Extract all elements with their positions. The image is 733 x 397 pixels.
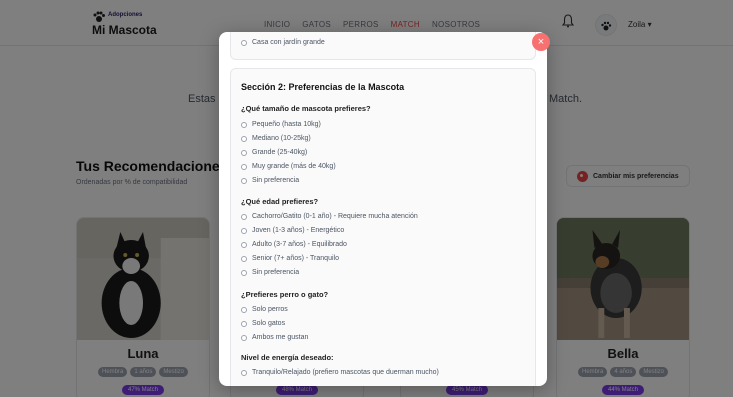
radio-button[interactable] <box>241 320 247 327</box>
radio-button[interactable] <box>241 269 247 276</box>
close-icon: × <box>537 36 545 48</box>
preferences-modal: Casa con jardín grande Sección 2: Prefer… <box>219 32 547 386</box>
option-only-cats[interactable]: Solo gatos <box>241 320 285 327</box>
radio-button[interactable] <box>241 39 247 46</box>
option-label: Joven (1-3 años) - Energético <box>252 227 345 234</box>
option-label: Solo perros <box>252 306 288 313</box>
radio-button[interactable] <box>241 227 247 234</box>
option-label: Cachorro/Gatito (0-1 año) - Requiere muc… <box>252 213 418 220</box>
radio-button[interactable] <box>241 369 247 376</box>
question-size: ¿Qué tamaño de mascota prefieres? <box>241 104 371 113</box>
option-label: Adulto (3-7 años) - Equilibrado <box>252 241 347 248</box>
option-energy-calm[interactable]: Tranquilo/Relajado (prefiero mascotas qu… <box>241 369 439 376</box>
option-size-large[interactable]: Grande (25-40kg) <box>241 149 307 156</box>
option-size-medium[interactable]: Mediano (10-25kg) <box>241 135 311 142</box>
option-casa-jardin-grande[interactable]: Casa con jardín grande <box>241 39 325 46</box>
radio-button[interactable] <box>241 177 247 184</box>
option-both[interactable]: Ambos me gustan <box>241 334 308 341</box>
radio-button[interactable] <box>241 149 247 156</box>
previous-section-card <box>230 32 536 60</box>
question-age: ¿Qué edad prefieres? <box>241 197 319 206</box>
option-age-young[interactable]: Joven (1-3 años) - Energético <box>241 227 344 234</box>
option-size-xlarge[interactable]: Muy grande (más de 40kg) <box>241 163 336 170</box>
option-age-adult[interactable]: Adulto (3-7 años) - Equilibrado <box>241 241 347 248</box>
radio-button[interactable] <box>241 334 247 341</box>
question-energy: Nivel de energía deseado: <box>241 353 334 362</box>
option-age-no-preference[interactable]: Sin preferencia <box>241 269 299 276</box>
option-age-senior[interactable]: Senior (7+ años) - Tranquilo <box>241 255 339 262</box>
radio-button[interactable] <box>241 241 247 248</box>
option-age-puppy[interactable]: Cachorro/Gatito (0-1 año) - Requiere muc… <box>241 213 418 220</box>
option-label: Pequeño (hasta 10kg) <box>252 121 321 128</box>
radio-button[interactable] <box>241 135 247 142</box>
radio-button[interactable] <box>241 255 247 262</box>
option-label: Sin preferencia <box>252 269 300 276</box>
option-size-no-preference[interactable]: Sin preferencia <box>241 177 299 184</box>
option-label: Grande (25-40kg) <box>252 149 308 156</box>
option-label: Sin preferencia <box>252 177 300 184</box>
close-modal-button[interactable]: × <box>532 33 550 51</box>
option-only-dogs[interactable]: Solo perros <box>241 306 288 313</box>
option-label: Senior (7+ años) - Tranquilo <box>252 255 339 262</box>
radio-button[interactable] <box>241 163 247 170</box>
radio-button[interactable] <box>241 121 247 128</box>
radio-button[interactable] <box>241 306 247 313</box>
question-species: ¿Prefieres perro o gato? <box>241 290 329 299</box>
option-label: Mediano (10-25kg) <box>252 135 311 142</box>
option-size-small[interactable]: Pequeño (hasta 10kg) <box>241 121 321 128</box>
option-label: Ambos me gustan <box>252 334 309 341</box>
option-label: Solo gatos <box>252 320 286 327</box>
option-label: Muy grande (más de 40kg) <box>252 163 336 170</box>
option-label: Casa con jardín grande <box>252 39 325 46</box>
option-label: Tranquilo/Relajado (prefiero mascotas qu… <box>252 369 439 376</box>
section-title: Sección 2: Preferencias de la Mascota <box>241 82 405 92</box>
radio-button[interactable] <box>241 213 247 220</box>
